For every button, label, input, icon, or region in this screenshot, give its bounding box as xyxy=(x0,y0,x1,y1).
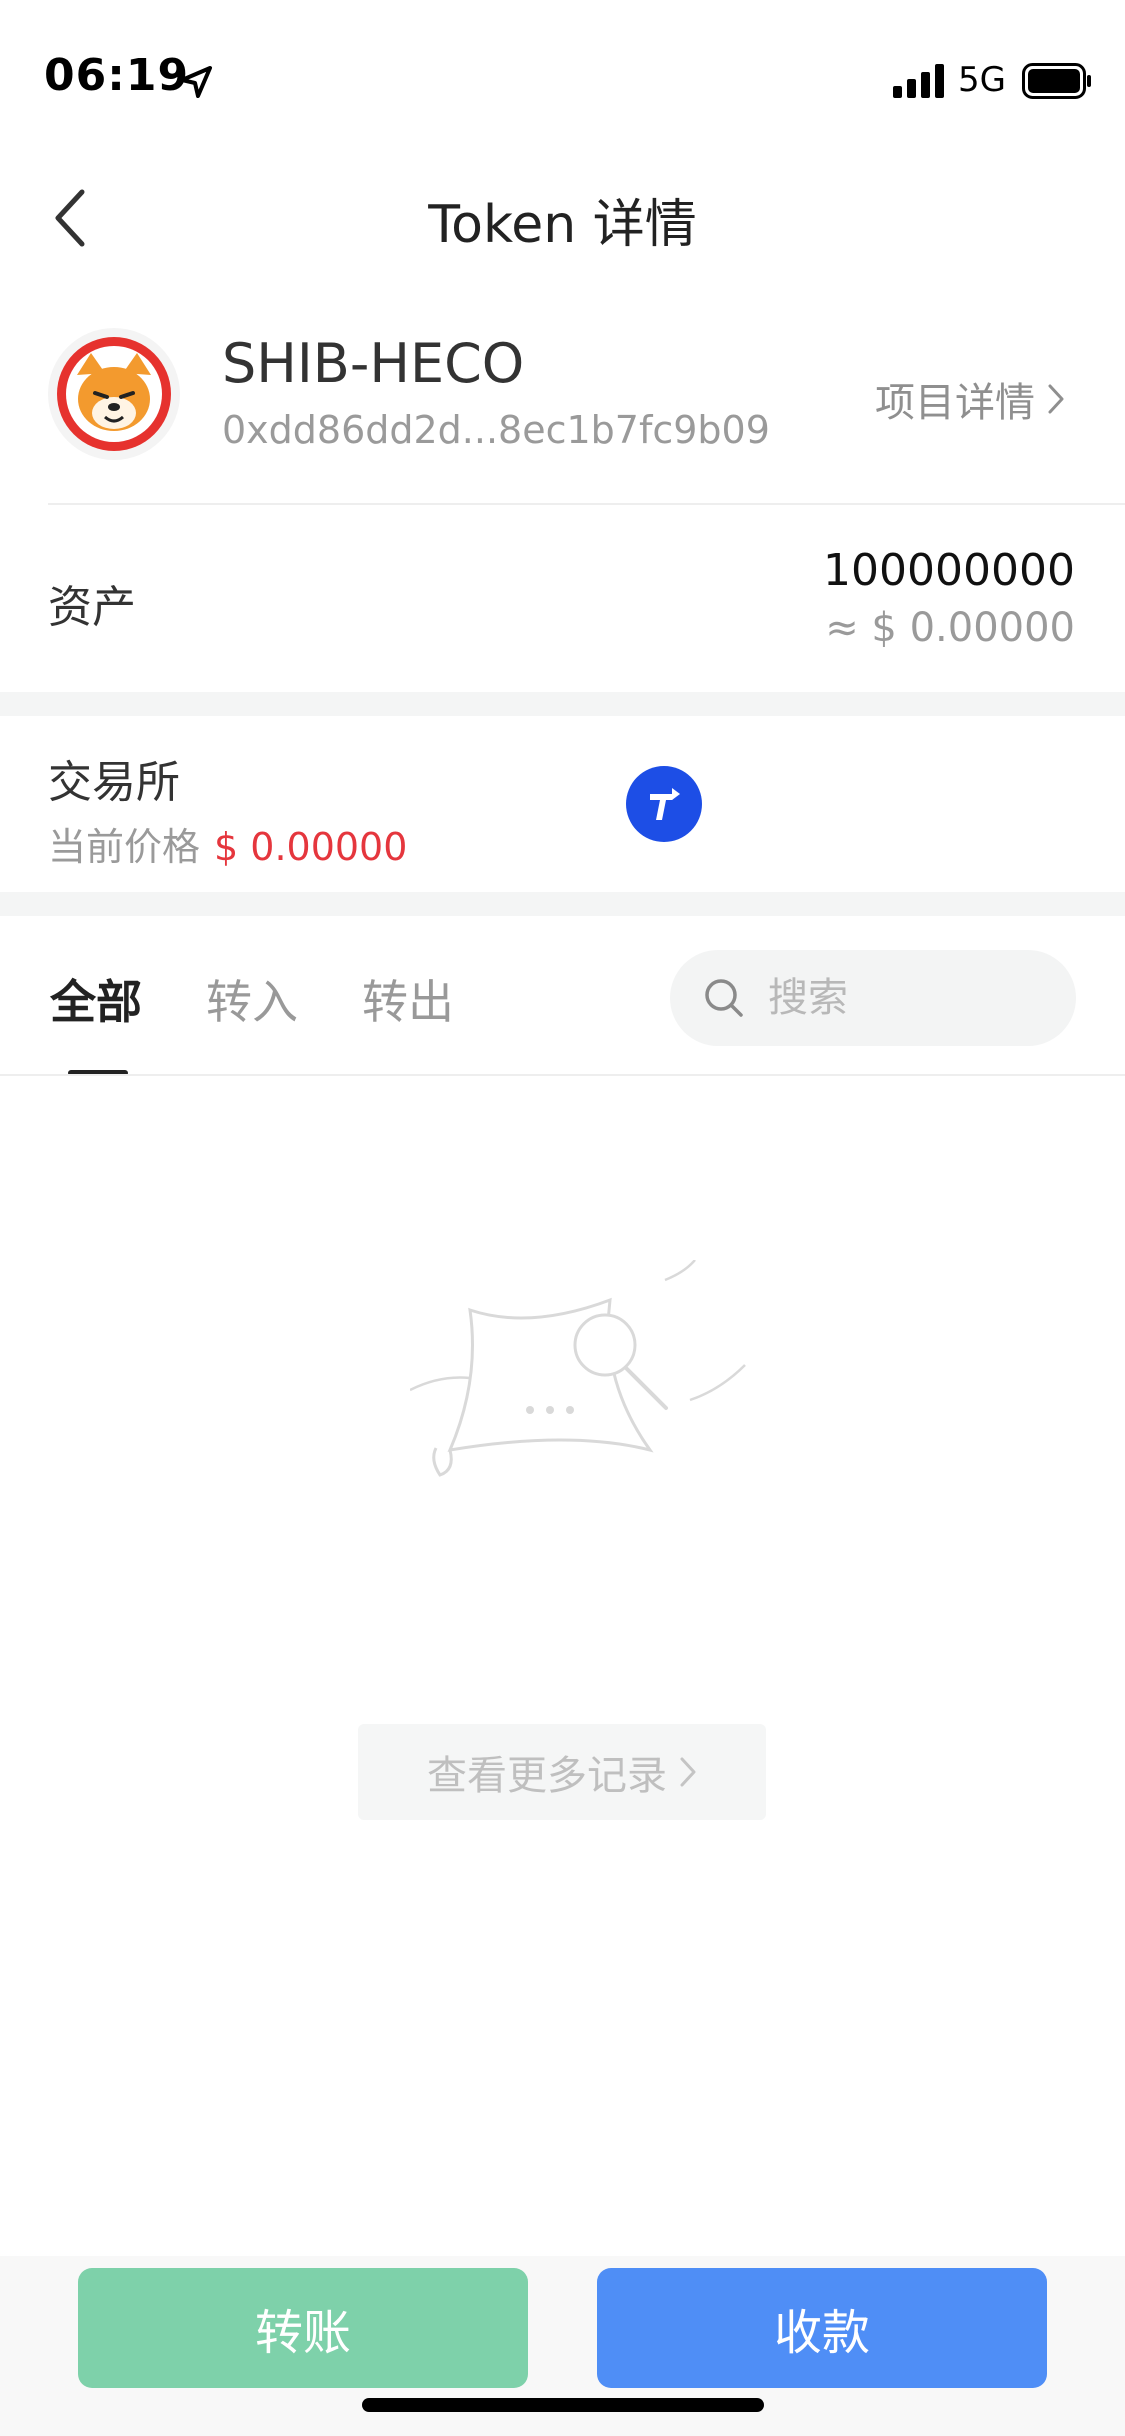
cellular-signal-icon xyxy=(893,64,944,98)
status-time: 06:19 xyxy=(44,50,190,101)
location-arrow-icon xyxy=(180,66,212,98)
status-bar: 06:19 5G xyxy=(0,0,1125,150)
chevron-right-icon xyxy=(1048,384,1064,414)
search-box[interactable] xyxy=(670,950,1076,1046)
project-details-label: 项目详情 xyxy=(875,380,1035,426)
home-indicator xyxy=(362,2398,764,2412)
project-details-link[interactable]: 项目详情 xyxy=(875,370,1065,428)
shiba-token-icon xyxy=(57,337,171,451)
exchange-label: 交易所 xyxy=(48,757,180,808)
section-separator xyxy=(0,892,1125,916)
arrow-up-logo-icon xyxy=(650,788,680,820)
network-type: 5G xyxy=(958,60,1006,100)
token-address[interactable]: 0xdd86dd2d...8ec1b7fc9b09 xyxy=(222,408,770,452)
view-more-records-label: 查看更多记录 xyxy=(427,1753,667,1799)
page-title: Token 详情 xyxy=(428,195,697,255)
tab-incoming[interactable]: 转入 xyxy=(206,966,298,1032)
receive-button[interactable]: 收款 xyxy=(597,2268,1047,2388)
asset-fiat-value: ≈ $ 0.00000 xyxy=(825,605,1075,651)
section-separator xyxy=(0,692,1125,716)
asset-amount: 100000000 xyxy=(823,545,1075,596)
tab-outgoing[interactable]: 转出 xyxy=(362,966,454,1032)
price-label: 当前价格 xyxy=(48,825,201,869)
divider xyxy=(0,1074,1125,1076)
empty-records-illustration xyxy=(410,1260,746,1477)
token-name: SHIB-HECO xyxy=(222,332,525,395)
token-header: SHIB-HECO 0xdd86dd2d...8ec1b7fc9b09 项目详情 xyxy=(0,310,1125,505)
battery-icon xyxy=(1022,63,1091,99)
exchange-row[interactable]: 交易所 当前价格 $ 0.00000 xyxy=(0,716,1125,892)
nav-bar: Token 详情 xyxy=(0,150,1125,280)
price-value: $ 0.00000 xyxy=(214,825,408,869)
transfer-button[interactable]: 转账 xyxy=(78,2268,528,2388)
asset-label: 资产 xyxy=(48,582,136,633)
chevron-right-icon xyxy=(680,1757,696,1787)
search-icon xyxy=(705,979,743,1017)
tab-all[interactable]: 全部 xyxy=(50,966,142,1032)
token-logo xyxy=(48,328,180,460)
search-input[interactable] xyxy=(768,975,1068,1021)
asset-row: 资产 100000000 ≈ $ 0.00000 xyxy=(0,505,1125,691)
exchange-logo-icon[interactable] xyxy=(626,766,702,842)
view-more-records-button[interactable]: 查看更多记录 xyxy=(358,1724,766,1820)
current-price: 当前价格 $ 0.00000 xyxy=(48,816,407,871)
tabs-row: 全部 转入 转出 xyxy=(0,916,1125,1076)
